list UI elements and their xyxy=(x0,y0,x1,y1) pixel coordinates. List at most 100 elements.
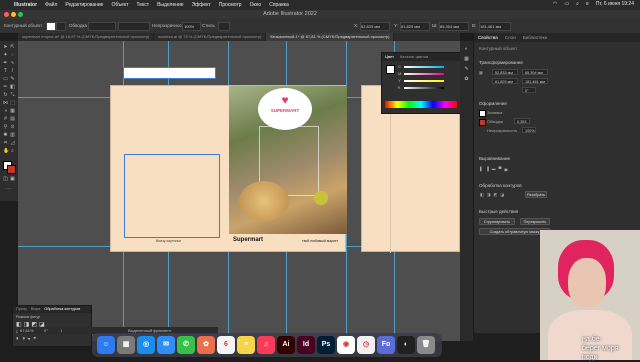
menu-select[interactable]: Выделение xyxy=(157,2,184,8)
slider-k[interactable] xyxy=(404,87,444,89)
rectangle-tool-icon[interactable]: ▭ xyxy=(3,77,8,82)
color-spectrum[interactable] xyxy=(385,101,457,108)
magic-wand-tool-icon[interactable]: ✦ xyxy=(3,53,8,58)
dock-calendar-icon[interactable]: 6 xyxy=(217,336,235,354)
drawing-mode-icon[interactable]: ◫ xyxy=(3,177,8,182)
tab-document-3[interactable]: Безымянный-1* @ 67,81 % (CMYK/Предварите… xyxy=(266,33,395,41)
dock-photoshop-icon[interactable]: Ps xyxy=(317,336,335,354)
fill-swatch-props[interactable] xyxy=(479,110,486,117)
expand-button[interactable]: Разобрать xyxy=(525,191,547,198)
perspective-grid-tool-icon[interactable]: ▦ xyxy=(10,109,15,114)
screen-mode-icon[interactable]: ▣ xyxy=(10,177,15,182)
dock-obs-icon[interactable]: ◐ xyxy=(397,336,415,354)
y-field[interactable]: 61,829 мм xyxy=(400,22,430,31)
slider-c[interactable] xyxy=(404,66,444,68)
menu-file[interactable]: Файл xyxy=(45,2,57,8)
style-picker[interactable] xyxy=(218,22,230,31)
artboard-number[interactable]: 1 xyxy=(60,328,62,333)
x-field[interactable]: 52,833 мм xyxy=(360,22,390,31)
selected-shape-outline[interactable] xyxy=(124,154,220,238)
reference-point-icon[interactable]: ▦ xyxy=(479,70,483,75)
w-field[interactable]: 85,304 мм xyxy=(439,22,469,31)
slice-tool-icon[interactable]: ◿ xyxy=(10,141,15,146)
logo-badge[interactable]: ♥ SUPERMART xyxy=(258,88,312,130)
wifi-icon[interactable]: ◠ xyxy=(553,1,557,7)
dock-mail-icon[interactable]: ✉ xyxy=(157,336,175,354)
curvature-tool-icon[interactable]: ∿ xyxy=(10,61,15,66)
menu-object[interactable]: Объект xyxy=(111,2,128,8)
dock-chrome-icon[interactable]: ◉ xyxy=(337,336,355,354)
zoom-tool-icon[interactable]: ⌕ xyxy=(10,149,15,154)
dock-indesign-icon[interactable]: Id xyxy=(297,336,315,354)
menu-type[interactable]: Текст xyxy=(136,2,149,8)
scale-tool-icon[interactable]: ⤡ xyxy=(10,93,15,98)
opacity-field[interactable]: 100% xyxy=(182,22,201,31)
battery-icon[interactable]: ▭ xyxy=(564,1,569,7)
search-icon[interactable]: ⌕ xyxy=(576,1,579,7)
stroke-weight-field[interactable] xyxy=(88,22,116,31)
lasso-tool-icon[interactable]: ◌ xyxy=(10,53,15,58)
tab-color-guide[interactable]: Каталог цветов xyxy=(400,53,428,61)
fill-swatch-panel[interactable] xyxy=(386,65,395,74)
zoom-level[interactable]: 67,81% xyxy=(20,328,34,333)
dock-font-app-icon[interactable]: Fo xyxy=(377,336,395,354)
line-tool-icon[interactable]: / xyxy=(10,69,15,74)
selection-tool-icon[interactable]: ➤ xyxy=(3,45,8,50)
dock-clock-icon[interactable]: ◷ xyxy=(357,336,375,354)
tab-pathfinder[interactable]: Обработка контуров xyxy=(44,306,80,313)
symbol-sprayer-tool-icon[interactable]: ✺ xyxy=(3,133,8,138)
eyedropper-tool-icon[interactable]: ⚲ xyxy=(3,125,8,130)
swatches-panel-icon[interactable]: ▦ xyxy=(464,57,469,62)
transform-w-field[interactable]: 85,304 мм xyxy=(522,69,548,75)
menu-effect[interactable]: Эффект xyxy=(192,2,211,8)
eraser-tool-icon[interactable]: ◧ xyxy=(10,85,15,90)
text-frame-selected[interactable] xyxy=(123,67,216,79)
tab-properties[interactable]: Свойства xyxy=(478,33,498,42)
rotation-level[interactable]: 0° xyxy=(44,328,48,333)
tab-layers[interactable]: Слои xyxy=(505,33,516,42)
pathfinders-icons[interactable]: ◐◑◒◓ xyxy=(16,336,39,342)
artboard-main[interactable]: Внизу картинки ♥ SUPERMART Supermart тво… xyxy=(110,85,347,252)
menu-help[interactable]: Справка xyxy=(269,2,289,8)
rotate-angle-field[interactable]: 0° xyxy=(522,87,536,93)
tab-document-1[interactable]: supermart сторис.ai* @ 18,97 % (CMYK/Пре… xyxy=(18,33,155,41)
rotate-tool-icon[interactable]: ↻ xyxy=(3,93,8,98)
menu-edit[interactable]: Редактирование xyxy=(65,2,103,8)
color-panel-icon[interactable]: ◐ xyxy=(464,47,469,52)
align-buttons-icon[interactable]: ▌▐▬▀▄ xyxy=(480,166,510,171)
hand-tool-icon[interactable]: ✋ xyxy=(3,149,9,154)
stroke-weight-props-field[interactable]: 0,353 xyxy=(514,118,530,124)
fill-swatch[interactable] xyxy=(46,22,56,31)
opacity-props-field[interactable]: 100% xyxy=(522,127,536,133)
tab-align[interactable]: Выра xyxy=(31,306,41,313)
recolor-button[interactable]: Перекрасить xyxy=(520,218,550,225)
shape-builder-tool-icon[interactable]: ◑ xyxy=(3,109,8,114)
stroke-swatch[interactable] xyxy=(56,22,66,31)
dock-launchpad-icon[interactable]: ▦ xyxy=(117,336,135,354)
gradient-tool-icon[interactable]: ▤ xyxy=(10,117,15,122)
variable-width-field[interactable] xyxy=(118,22,150,31)
group-button[interactable]: Сгруппировать xyxy=(479,218,515,225)
tab-color[interactable]: Цвет xyxy=(385,53,394,61)
dock-safari-icon[interactable]: ◎ xyxy=(137,336,155,354)
tab-libraries[interactable]: Библиотеки xyxy=(523,33,547,42)
pencil-tool-icon[interactable]: ✏ xyxy=(3,85,8,90)
tab-transparency[interactable]: Прозр xyxy=(16,306,27,313)
dock-music-icon[interactable]: ♫ xyxy=(257,336,275,354)
dock-illustrator-icon[interactable]: Ai xyxy=(277,336,295,354)
paintbrush-tool-icon[interactable]: ✎ xyxy=(10,77,15,82)
control-center-icon[interactable]: ≡ xyxy=(586,1,589,7)
symbols-panel-icon[interactable]: ✿ xyxy=(464,77,469,82)
graph-tool-icon[interactable]: ▥ xyxy=(10,133,15,138)
menu-app-name[interactable]: Illustrator xyxy=(14,2,37,8)
direct-selection-tool-icon[interactable]: ⇱ xyxy=(10,45,15,50)
pathfinder-floating-panel[interactable]: Прозр Выра Обработка контуров Режимы фиг… xyxy=(12,305,92,347)
dock-photos-icon[interactable]: ✿ xyxy=(197,336,215,354)
mesh-tool-icon[interactable]: # xyxy=(3,117,8,122)
transform-y-field[interactable]: 61,829 мм xyxy=(492,78,518,84)
stroke-color-icon[interactable] xyxy=(7,165,16,174)
more-tools-icon[interactable]: ··· xyxy=(6,187,11,192)
transform-x-field[interactable]: 52,833 мм xyxy=(492,69,518,75)
menubar-clock[interactable]: Пт, 6 июня 19:24 xyxy=(596,1,634,7)
width-tool-icon[interactable]: ⋈ xyxy=(3,101,8,106)
